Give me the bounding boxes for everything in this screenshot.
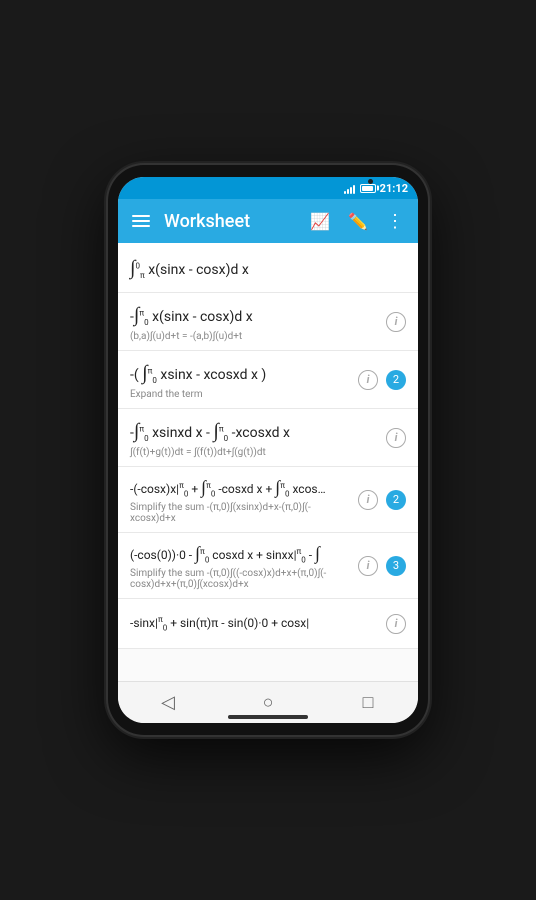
info-btn-3[interactable]: i [358,370,378,390]
info-btn-6[interactable]: i [358,556,378,576]
hamburger-line-1 [132,215,150,217]
math-row-5: -(-cosx)x|π0 + ∫π0 -cosxd x + ∫π0 xcos… … [118,467,418,533]
camera-dot [368,179,373,184]
math-row-6: (-cos(0))·0 - ∫π0 cosxd x + sinxx|π0 - ∫… [118,533,418,599]
math-expr-1: ∫0π x(sinx - cosx)d x [130,254,406,282]
chart-icon[interactable]: 📈 [306,208,334,235]
badge-6: 3 [386,556,406,576]
status-icons [344,183,376,194]
math-expr-7: -sinx|π0 + sin(π)π - sin(0)·0 + cosx| [130,614,378,634]
battery-fill [362,186,373,191]
recent-button[interactable]: □ [348,683,388,723]
battery-icon [360,184,376,193]
math-row-3: -( ∫π0 xsinx - xcosxd x ) Expand the ter… [118,351,418,409]
math-expr-5: -(-cosx)x|π0 + ∫π0 -cosxd x + ∫π0 xcos… [130,475,350,500]
back-button[interactable]: ◁ [148,683,188,723]
info-btn-2[interactable]: i [386,312,406,332]
math-row-6-inner: (-cos(0))·0 - ∫π0 cosxd x + sinxx|π0 - ∫… [130,541,350,590]
badge-3: 2 [386,370,406,390]
more-icon[interactable]: ⋮ [382,207,408,236]
edit-icon[interactable]: ✏️ [344,208,372,235]
signal-bar-4 [353,185,355,194]
math-row-4: -∫π0 xsinxd x - ∫π0 -xcosxd x ∫(f(t)+g(t… [118,409,418,467]
signal-bar-2 [347,189,349,194]
math-sub-3: Expand the term [130,389,350,400]
badge-5: 2 [386,490,406,510]
math-row-2: -∫π0 x(sinx - cosx)d x (b,a)∫(u)d+t = -(… [118,293,418,351]
toolbar-title: Worksheet [164,211,296,232]
signal-bars [344,183,355,194]
math-expr-6: (-cos(0))·0 - ∫π0 cosxd x + sinxx|π0 - ∫ [130,541,350,566]
signal-bar-3 [350,187,352,194]
math-row-1-inner: ∫0π x(sinx - cosx)d x [130,254,406,282]
math-sub-5: Simplify the sum -(π,0)∫(xsinx)d+x-(π,0)… [130,502,350,524]
math-row-5-inner: -(-cosx)x|π0 + ∫π0 -cosxd x + ∫π0 xcos… … [130,475,350,524]
math-sub-4: ∫(f(t)+g(t))dt = ∫(f(t))dt+∫(g(t))dt [130,447,378,458]
math-sub-6: Simplify the sum -(π,0)∫((-cosx)x)d+x+(π… [130,568,350,590]
math-row-1: ∫0π x(sinx - cosx)d x [118,243,418,293]
toolbar: Worksheet 📈 ✏️ ⋮ [118,199,418,243]
math-expr-2: -∫π0 x(sinx - cosx)d x [130,301,378,329]
math-row-3-inner: -( ∫π0 xsinx - xcosxd x ) Expand the ter… [130,359,350,400]
content-area: ∫0π x(sinx - cosx)d x -∫π0 x(sinx - cosx… [118,243,418,681]
menu-button[interactable] [128,211,154,231]
hamburger-line-2 [132,220,150,222]
math-expr-3: -( ∫π0 xsinx - xcosxd x ) [130,359,350,387]
signal-bar-1 [344,191,346,194]
hamburger-line-3 [132,225,150,227]
status-time: 21:12 [380,182,408,195]
math-row-2-inner: -∫π0 x(sinx - cosx)d x (b,a)∫(u)d+t = -(… [130,301,378,342]
math-row-4-inner: -∫π0 xsinxd x - ∫π0 -xcosxd x ∫(f(t)+g(t… [130,417,378,458]
info-btn-4[interactable]: i [386,428,406,448]
status-bar: 21:12 [118,177,418,199]
math-row-7-inner: -sinx|π0 + sin(π)π - sin(0)·0 + cosx| [130,614,378,634]
info-btn-5[interactable]: i [358,490,378,510]
math-row-7: -sinx|π0 + sin(π)π - sin(0)·0 + cosx| i [118,599,418,649]
info-btn-7[interactable]: i [386,614,406,634]
phone-frame: 21:12 Worksheet 📈 ✏️ ⋮ ∫0π x(sinx - cosx… [108,165,428,735]
bottom-bar [228,715,308,719]
phone-screen: 21:12 Worksheet 📈 ✏️ ⋮ ∫0π x(sinx - cosx… [118,177,418,723]
math-expr-4: -∫π0 xsinxd x - ∫π0 -xcosxd x [130,417,378,445]
math-sub-2: (b,a)∫(u)d+t = -(a,b)∫(u)d+t [130,331,378,342]
